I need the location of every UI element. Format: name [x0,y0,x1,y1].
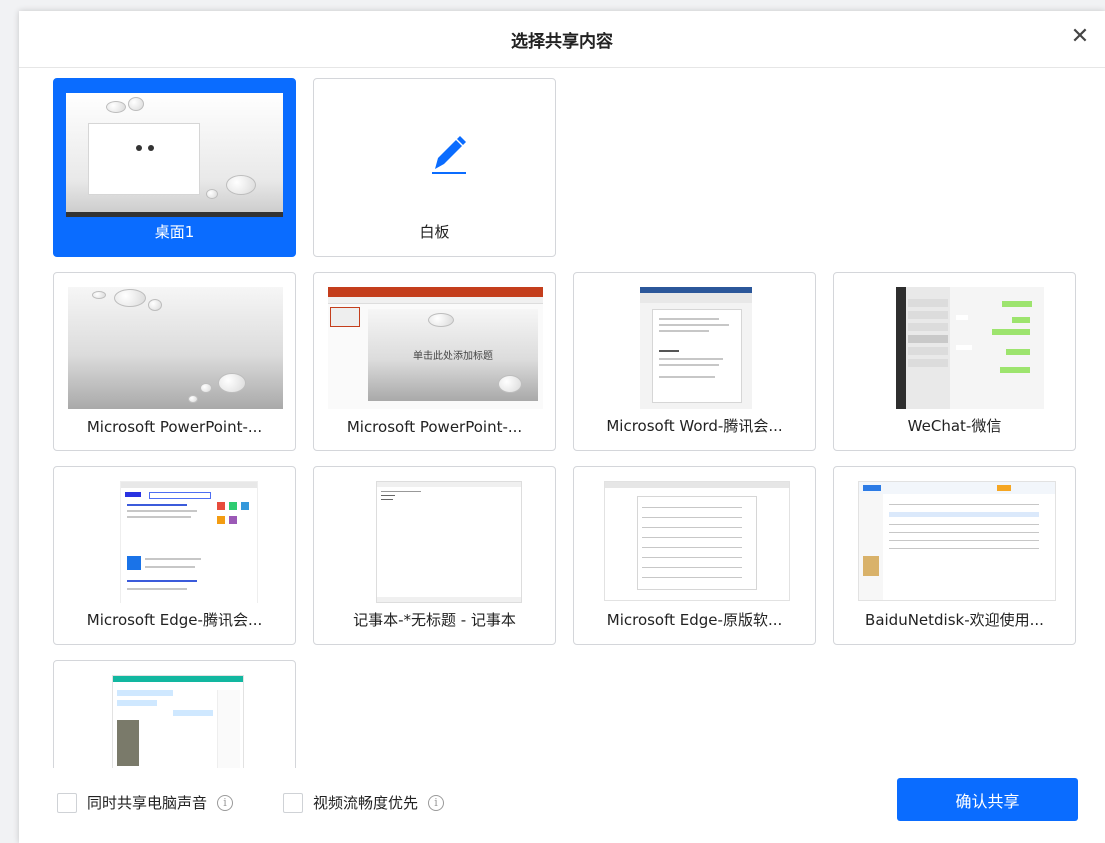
share-item-label: 记事本-*无标题 - 记事本 [353,611,516,629]
share-item-label: Microsoft Edge-腾讯会... [86,611,263,629]
whiteboard-thumbnail [328,93,543,215]
dialog-title: 选择共享内容 [511,32,613,52]
share-item-label: BaiduNetdisk-欢迎使用... [865,611,1044,629]
powerpoint-editor-thumbnail: 单击此处添加标题 [328,287,543,409]
share-content-dialog: 选择共享内容 ✕ 桌面1 白板 Microsoft PowerPoint-...… [19,11,1105,843]
chat-window-thumbnail [68,675,283,768]
notepad-thumbnail [328,481,543,603]
share-item-label: Microsoft PowerPoint-... [346,418,523,436]
pencil-icon [432,136,466,174]
word-thumbnail [588,287,803,409]
confirm-share-button[interactable]: 确认共享 [897,778,1078,821]
share-item-powerpoint-editor[interactable]: 单击此处添加标题 Microsoft PowerPoint-... [313,272,556,451]
share-item-powerpoint-slideshow[interactable]: Microsoft PowerPoint-... [53,272,296,451]
share-item-label: Microsoft PowerPoint-... [86,418,263,436]
share-item-notepad[interactable]: 记事本-*无标题 - 记事本 [313,466,556,645]
dialog-titlebar: 选择共享内容 ✕ [19,11,1105,68]
share-item-label: WeChat-微信 [907,417,1002,435]
netdisk-thumbnail [848,481,1063,603]
share-audio-checkbox[interactable] [57,792,77,813]
powerpoint-slideshow-thumbnail [68,287,283,409]
share-item-label: 白板 [419,223,450,241]
video-smooth-label: 视频流畅度优先 [313,794,419,812]
share-item-netdisk[interactable]: BaiduNetdisk-欢迎使用... [833,466,1076,645]
edge-search-thumbnail [68,481,283,603]
edge-list-thumbnail [588,481,803,603]
share-source-grid: 桌面1 白板 Microsoft PowerPoint-... 单击此处添加标题… [53,78,1087,768]
video-smooth-checkbox[interactable] [283,792,304,813]
share-item-chat-window[interactable] [53,660,296,768]
share-item-edge-list[interactable]: Microsoft Edge-原版软... [573,466,816,645]
share-item-whiteboard[interactable]: 白板 [313,78,556,257]
share-item-desktop[interactable]: 桌面1 [53,78,296,257]
share-audio-label: 同时共享电脑声音 [87,794,208,812]
wechat-thumbnail [848,287,1063,409]
info-icon[interactable]: i [217,794,234,811]
share-options: 同时共享电脑声音 i 视频流畅度优先 i [57,792,445,813]
info-icon[interactable]: i [428,794,445,811]
slide-title-text: 单击此处添加标题 [413,351,493,362]
desktop-thumbnail [66,93,283,217]
share-item-word[interactable]: Microsoft Word-腾讯会... [573,272,816,451]
share-item-label: Microsoft Word-腾讯会... [606,417,783,435]
close-icon[interactable]: ✕ [1067,23,1093,49]
share-item-wechat[interactable]: WeChat-微信 [833,272,1076,451]
share-item-label: 桌面1 [154,223,195,241]
share-item-label: Microsoft Edge-原版软... [606,611,783,629]
share-item-edge-search[interactable]: Microsoft Edge-腾讯会... [53,466,296,645]
